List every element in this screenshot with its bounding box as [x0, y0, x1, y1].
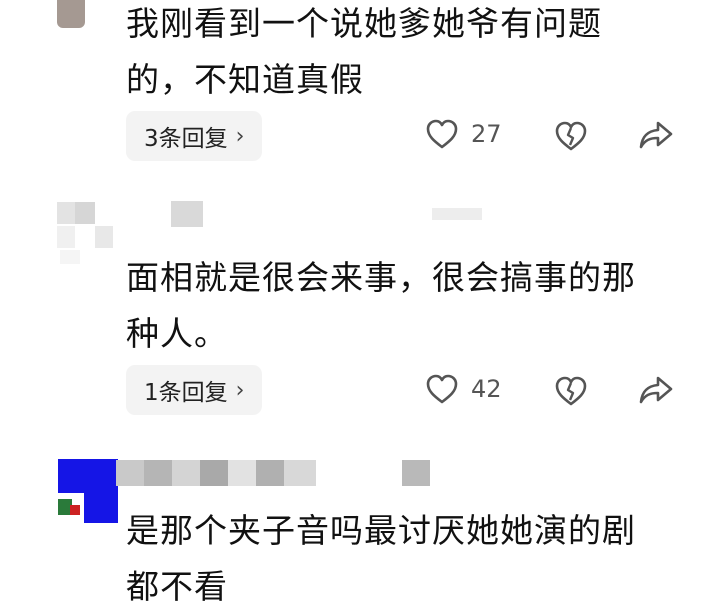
- view-replies-button[interactable]: 3条回复 ›: [126, 111, 263, 161]
- view-replies-button[interactable]: 1条回复 ›: [126, 365, 263, 415]
- like-button[interactable]: 42: [425, 373, 502, 405]
- comment-line: 都不看: [126, 567, 228, 606]
- like-count: 42: [471, 375, 502, 403]
- chevron-right-icon: ›: [235, 377, 245, 403]
- share-arrow-icon: [639, 376, 673, 404]
- avatar[interactable]: [48, 455, 120, 527]
- comment-line: 面相就是很会来事，很会搞事的那: [126, 258, 636, 297]
- username[interactable]: [171, 201, 203, 227]
- reply-count-label: 1条回复: [144, 380, 228, 406]
- share-button[interactable]: [638, 374, 674, 410]
- comment-text: 我刚看到一个说她爹她爷有问题 的，不知道真假: [126, 0, 686, 108]
- comment-line: 种人。: [126, 314, 228, 353]
- comment-line: 的，不知道真假: [126, 60, 364, 99]
- like-count: 27: [471, 120, 502, 148]
- like-button[interactable]: 27: [425, 118, 502, 150]
- comment-meta: [402, 460, 430, 486]
- dislike-button[interactable]: [554, 120, 588, 156]
- dislike-button[interactable]: [554, 375, 588, 411]
- broken-heart-icon: [555, 376, 587, 406]
- comment-text: 是那个夹子音吗最讨厌她她演的剧 都不看: [126, 503, 686, 615]
- comment-text: 面相就是很会来事，很会搞事的那 种人。: [126, 250, 686, 362]
- heart-outline-icon: [426, 374, 458, 404]
- broken-heart-icon: [555, 121, 587, 151]
- share-arrow-icon: [639, 121, 673, 149]
- reply-count-label: 3条回复: [144, 126, 228, 152]
- avatar[interactable]: [57, 0, 85, 28]
- share-button[interactable]: [638, 119, 674, 155]
- comment-line: 是那个夹子音吗最讨厌她她演的剧: [126, 511, 636, 550]
- heart-outline-icon: [426, 119, 458, 149]
- avatar[interactable]: [50, 196, 116, 266]
- comment-line: 我刚看到一个说她爹她爷有问题: [126, 4, 602, 43]
- username[interactable]: [116, 460, 316, 486]
- comment-meta: [432, 208, 482, 220]
- chevron-right-icon: ›: [235, 123, 245, 149]
